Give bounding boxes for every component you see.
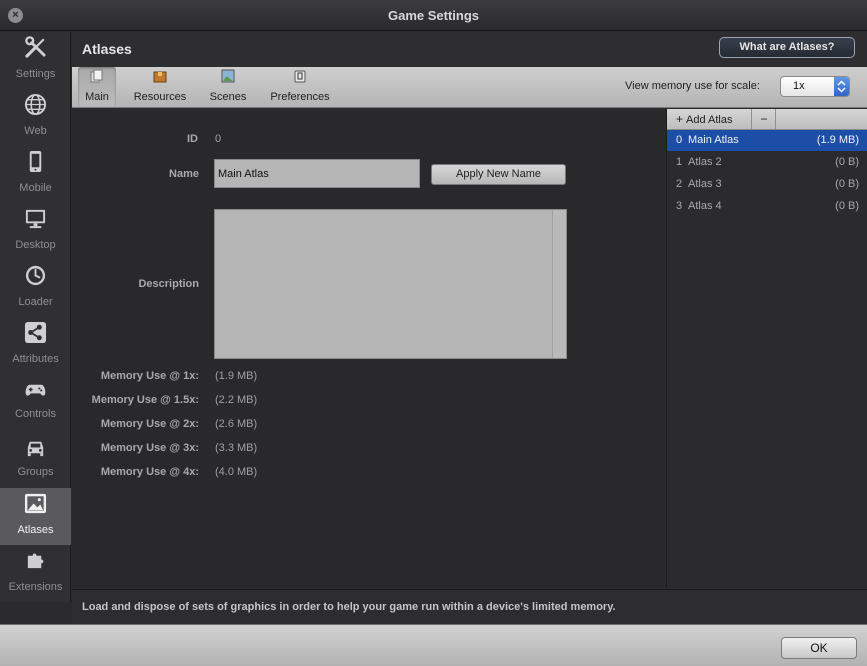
memory-value-1x: (1.9 MB): [215, 370, 258, 382]
sidebar-item-loader[interactable]: Loader: [0, 260, 71, 317]
memory-label-1-5x: Memory Use @ 1.5x:: [91, 394, 199, 406]
clock-icon: [25, 265, 46, 286]
sidebar-item-groups[interactable]: Groups: [0, 431, 71, 488]
sidebar-item-label: Attributes: [12, 353, 59, 365]
ok-button[interactable]: OK: [781, 637, 857, 659]
toolbar: Main Resources Scenes Preferences View m…: [72, 67, 867, 108]
atlas-index: 2: [676, 178, 683, 190]
description-scrollbar[interactable]: [552, 210, 566, 358]
sidebar: Settings Web Mobile Desktop Loader Attri…: [0, 32, 71, 602]
memory-value-2x: (2.6 MB): [215, 418, 258, 430]
tab-main[interactable]: Main: [78, 67, 116, 107]
sidebar-item-atlases[interactable]: Atlases: [0, 488, 71, 545]
puzzle-icon: [27, 553, 44, 569]
sidebar-item-attributes[interactable]: Attributes: [0, 317, 71, 374]
box-icon: [153, 71, 167, 83]
sidebar-item-settings[interactable]: Settings: [0, 32, 71, 89]
add-atlas-label: Add Atlas: [686, 114, 733, 126]
add-atlas-button[interactable]: + Add Atlas: [667, 109, 752, 129]
description-textarea[interactable]: [214, 209, 567, 359]
atlas-size: (1.9 MB): [816, 134, 859, 146]
memory-label-4x: Memory Use @ 4x:: [100, 466, 199, 478]
sidebar-item-mobile[interactable]: Mobile: [0, 146, 71, 203]
tab-label: Scenes: [209, 91, 247, 103]
atlas-name: Atlas 4: [688, 200, 722, 212]
what-are-atlases-button[interactable]: What are Atlases?: [719, 37, 855, 58]
memory-label-3x: Memory Use @ 3x:: [100, 442, 199, 454]
updown-arrows-icon: [834, 77, 849, 96]
sidebar-item-label: Controls: [15, 408, 56, 420]
sidebar-item-label: Extensions: [8, 581, 63, 593]
tab-preferences[interactable]: Preferences: [267, 67, 333, 107]
sidebar-item-label: Desktop: [15, 239, 56, 251]
tab-resources[interactable]: Resources: [130, 67, 190, 107]
sidebar-item-label: Web: [24, 125, 47, 137]
monitor-icon: [25, 209, 46, 229]
remove-atlas-button[interactable]: −: [753, 109, 776, 129]
atlas-name: Main Atlas: [688, 134, 739, 146]
atlas-list-panel: + Add Atlas − 0 Main Atlas (1.9 MB) 1 Atl…: [666, 109, 867, 589]
globe-icon: [24, 93, 47, 116]
id-value: 0: [215, 133, 222, 145]
list-item[interactable]: 3 Atlas 4 (0 B): [667, 196, 867, 217]
scale-select-value: 1x: [793, 80, 805, 92]
scale-select[interactable]: 1x: [780, 76, 850, 97]
id-label: ID: [187, 133, 198, 145]
game-settings-window: × Game Settings Settings Web Mobile Desk…: [0, 0, 867, 666]
car-icon: [27, 441, 44, 457]
scene-icon: [221, 69, 235, 83]
sidebar-item-label: Loader: [18, 296, 53, 308]
list-item[interactable]: 2 Atlas 3 (0 B): [667, 174, 867, 195]
help-text: Load and dispose of sets of graphics in …: [82, 601, 616, 613]
switch-icon: [294, 70, 306, 83]
window-title: Game Settings: [387, 8, 480, 23]
help-footer: Load and dispose of sets of graphics in …: [72, 589, 867, 624]
tab-scenes[interactable]: Scenes: [207, 67, 249, 107]
sidebar-item-extensions[interactable]: Extensions: [0, 545, 71, 602]
atlas-index: 1: [676, 156, 683, 168]
name-label: Name: [169, 168, 199, 180]
list-item[interactable]: 0 Main Atlas (1.9 MB): [667, 130, 867, 151]
sidebar-item-desktop[interactable]: Desktop: [0, 203, 71, 260]
atlas-index: 3: [676, 200, 683, 212]
bottom-bar: OK: [0, 624, 867, 666]
atlas-index: 0: [676, 134, 683, 146]
gamepad-icon: [25, 384, 46, 396]
title-bar: × Game Settings: [0, 0, 867, 31]
atlas-list-toolbar: + Add Atlas −: [667, 109, 867, 130]
phone-icon: [29, 150, 42, 173]
plus-icon: +: [676, 112, 684, 126]
image-icon: [24, 493, 47, 514]
pages-icon: [90, 69, 103, 83]
atlas-name: Atlas 2: [688, 156, 722, 168]
apply-new-name-button[interactable]: Apply New Name: [431, 164, 566, 185]
tab-label: Resources: [133, 91, 187, 103]
atlas-form: ID 0 Name Main Atlas Apply New Name Desc…: [72, 109, 666, 589]
page-title: Atlases: [82, 41, 132, 57]
sidebar-item-label: Atlases: [17, 524, 54, 536]
scale-label: View memory use for scale:: [625, 80, 760, 92]
atlas-size: (0 B): [835, 156, 859, 168]
sidebar-item-web[interactable]: Web: [0, 89, 71, 146]
memory-label-1x: Memory Use @ 1x:: [100, 370, 199, 382]
sidebar-item-controls[interactable]: Controls: [0, 374, 71, 431]
list-item[interactable]: 1 Atlas 2 (0 B): [667, 152, 867, 173]
sidebar-item-label: Mobile: [19, 182, 52, 194]
atlas-name: Atlas 3: [688, 178, 722, 190]
name-input[interactable]: Main Atlas: [214, 159, 420, 188]
wrench-screwdriver-icon: [25, 36, 46, 58]
atlas-size: (0 B): [835, 200, 859, 212]
tab-label: Preferences: [270, 91, 330, 103]
share-icon: [24, 321, 47, 344]
sidebar-item-label: Groups: [17, 466, 54, 478]
description-label: Description: [138, 278, 199, 290]
memory-value-3x: (3.3 MB): [215, 442, 258, 454]
sidebar-item-label: Settings: [15, 68, 56, 80]
page-header: Atlases What are Atlases?: [72, 32, 867, 68]
tab-label: Main: [85, 91, 109, 103]
memory-label-2x: Memory Use @ 2x:: [100, 418, 199, 430]
memory-value-4x: (4.0 MB): [215, 466, 258, 478]
atlas-size: (0 B): [835, 178, 859, 190]
memory-value-1-5x: (2.2 MB): [215, 394, 258, 406]
